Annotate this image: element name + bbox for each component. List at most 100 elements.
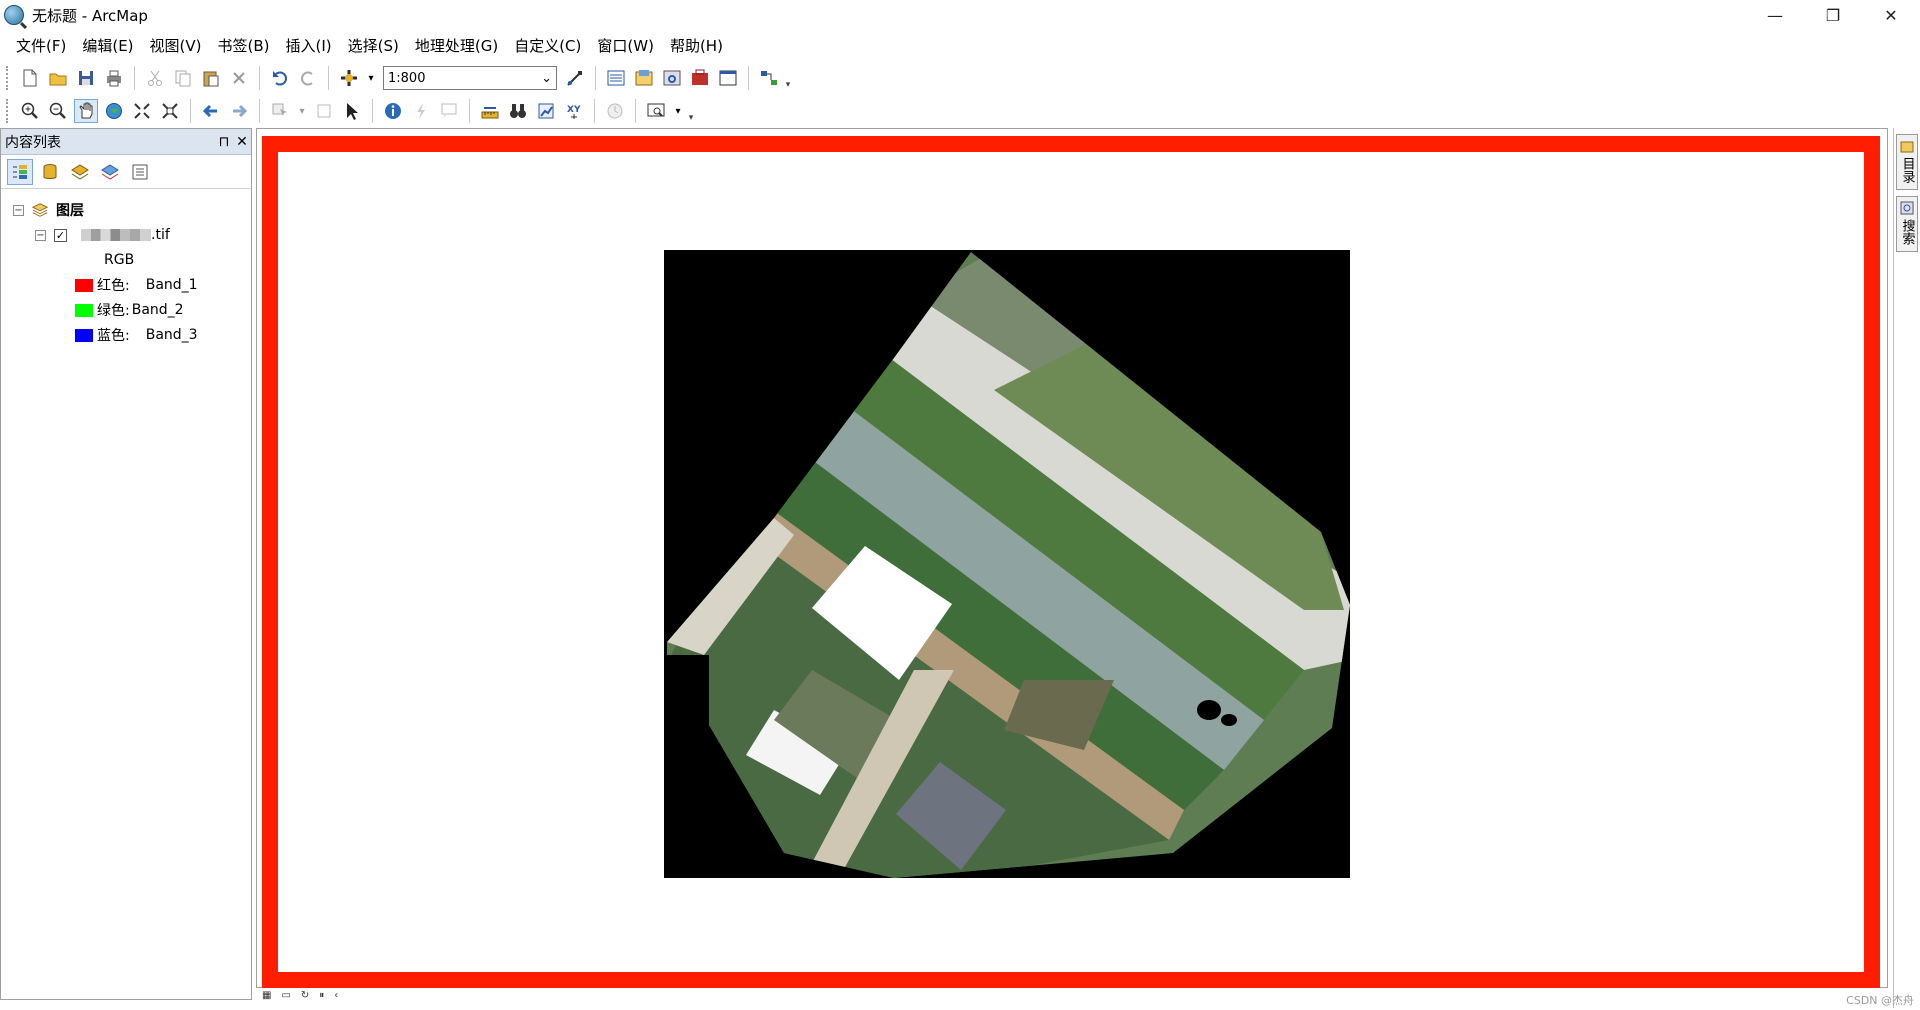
undo-icon[interactable] [268,66,292,90]
catalog-window-icon[interactable] [632,66,656,90]
right-dock: 目录 搜索 [1893,128,1920,1008]
search-dock-tab[interactable]: 搜索 [1896,196,1918,252]
clear-selection-icon[interactable] [312,99,336,123]
redo-icon[interactable] [296,66,320,90]
select-features-icon[interactable] [268,99,292,123]
minimize-button[interactable]: — [1746,0,1804,30]
renderer-label-row: RGB [104,249,134,271]
go-back-arrow-icon[interactable] [199,99,223,123]
go-forward-arrow-icon[interactable] [227,99,251,123]
editor-toolbar-icon[interactable] [563,66,587,90]
raster-image[interactable] [664,250,1350,878]
band-color-label: 绿色: [97,303,130,319]
watermark-text: CSDN @杰舟 [1846,994,1914,1007]
add-data-icon[interactable] [337,66,361,90]
close-button[interactable]: ✕ [1862,0,1920,30]
viewer-dropdown-icon[interactable]: ▾ [672,99,684,123]
print-icon[interactable] [102,66,126,90]
pin-icon[interactable]: ⊓ [215,134,233,150]
band-name: Band_3 [145,327,198,343]
measure-ruler-icon[interactable] [478,99,502,123]
data-view-icon[interactable]: ▦ [262,990,271,1001]
red-swatch [75,278,93,292]
toolbar-grip[interactable] [6,66,10,90]
find-route-icon[interactable] [534,99,558,123]
raster-layer-row[interactable]: − ✓ .tif [35,224,170,246]
paste-icon[interactable] [199,66,223,90]
select-dropdown-icon[interactable]: ▾ [296,99,308,123]
toc-options-icon[interactable] [127,159,153,185]
band-legend-green[interactable]: 绿色: Band_2 [75,299,184,321]
layers-group-row[interactable]: − 图层 [13,199,84,221]
toolbar-overflow-icon[interactable]: ▾ [783,66,793,90]
list-by-selection-icon[interactable] [97,159,123,185]
find-binoculars-icon[interactable] [506,99,530,123]
restore-button[interactable]: ❐ [1804,0,1862,30]
delete-icon[interactable] [227,66,251,90]
menu-edit[interactable]: 编辑(E) [74,33,141,59]
toolbar-separator [328,66,329,90]
arctoolbox-icon[interactable] [688,66,712,90]
band-name: Band_1 [145,277,198,293]
python-window-icon[interactable] [716,66,740,90]
add-data-dropdown-icon[interactable]: ▾ [365,66,377,90]
green-swatch [75,303,93,317]
time-slider-icon[interactable] [603,99,627,123]
list-by-visibility-icon[interactable] [67,159,93,185]
identify-info-icon[interactable] [381,99,405,123]
menu-windows[interactable]: 窗口(W) [589,33,662,59]
layers-stack-icon [31,203,49,217]
collapse-raster-layer-icon[interactable]: − [35,229,46,241]
toolbar-overflow-icon[interactable]: ▾ [686,99,696,123]
menu-view[interactable]: 视图(V) [142,33,210,59]
search-window-icon[interactable] [660,66,684,90]
scroll-left-icon[interactable]: ‹ [334,990,338,1001]
refresh-icon[interactable]: ↻ [301,990,309,1001]
toolbar-separator [372,99,373,123]
menu-file[interactable]: 文件(F) [8,33,74,59]
menu-bookmarks[interactable]: 书签(B) [210,33,278,59]
html-popup-icon[interactable] [437,99,461,123]
fixed-zoom-out-icon[interactable] [158,99,182,123]
toolbar-separator [190,99,191,123]
model-builder-icon[interactable] [757,66,781,90]
layout-view-icon[interactable]: ▭ [281,990,290,1001]
layers-group-label: 图层 [56,203,84,219]
menu-bar: 文件(F) 编辑(E) 视图(V) 书签(B) 插入(I) 选择(S) 地理处理… [0,31,1920,61]
menu-selection[interactable]: 选择(S) [340,33,407,59]
save-icon[interactable] [74,66,98,90]
collapse-layers-icon[interactable]: − [13,204,24,216]
go-to-xy-icon[interactable]: XY [562,99,586,123]
full-extent-globe-icon[interactable] [102,99,126,123]
band-legend-blue[interactable]: 蓝色: Band_3 [75,324,198,346]
toc-close-icon[interactable]: ✕ [233,134,251,150]
toc-toolbar [1,155,251,189]
layer-visibility-checkbox[interactable]: ✓ [54,228,67,242]
copy-icon[interactable] [171,66,195,90]
toolbar-grip[interactable] [6,99,10,123]
map-scale-combobox[interactable]: 1:800 ⌄ [383,66,557,90]
svg-text:XY: XY [567,105,581,115]
pan-hand-icon[interactable] [74,99,98,123]
list-by-source-icon[interactable] [37,159,63,185]
new-document-icon[interactable] [18,66,42,90]
create-viewer-window-icon[interactable] [644,99,668,123]
zoom-out-icon[interactable] [46,99,70,123]
zoom-in-icon[interactable] [18,99,42,123]
select-elements-pointer-icon[interactable] [340,99,364,123]
hyperlink-lightning-icon[interactable] [409,99,433,123]
pause-drawing-icon[interactable]: ⏸ [319,990,324,1001]
fixed-zoom-in-icon[interactable] [130,99,154,123]
chevron-down-icon[interactable]: ⌄ [541,71,552,86]
table-of-contents-icon[interactable] [604,66,628,90]
menu-help[interactable]: 帮助(H) [662,33,731,59]
menu-insert[interactable]: 插入(I) [278,33,340,59]
list-by-drawing-order-icon[interactable] [7,158,33,185]
toolbar-separator [594,99,595,123]
cut-icon[interactable] [143,66,167,90]
menu-geoprocessing[interactable]: 地理处理(G) [407,33,506,59]
band-legend-red[interactable]: 红色: Band_1 [75,274,198,296]
open-folder-icon[interactable] [46,66,70,90]
menu-customize[interactable]: 自定义(C) [506,33,589,59]
catalog-dock-tab[interactable]: 目录 [1896,134,1918,190]
